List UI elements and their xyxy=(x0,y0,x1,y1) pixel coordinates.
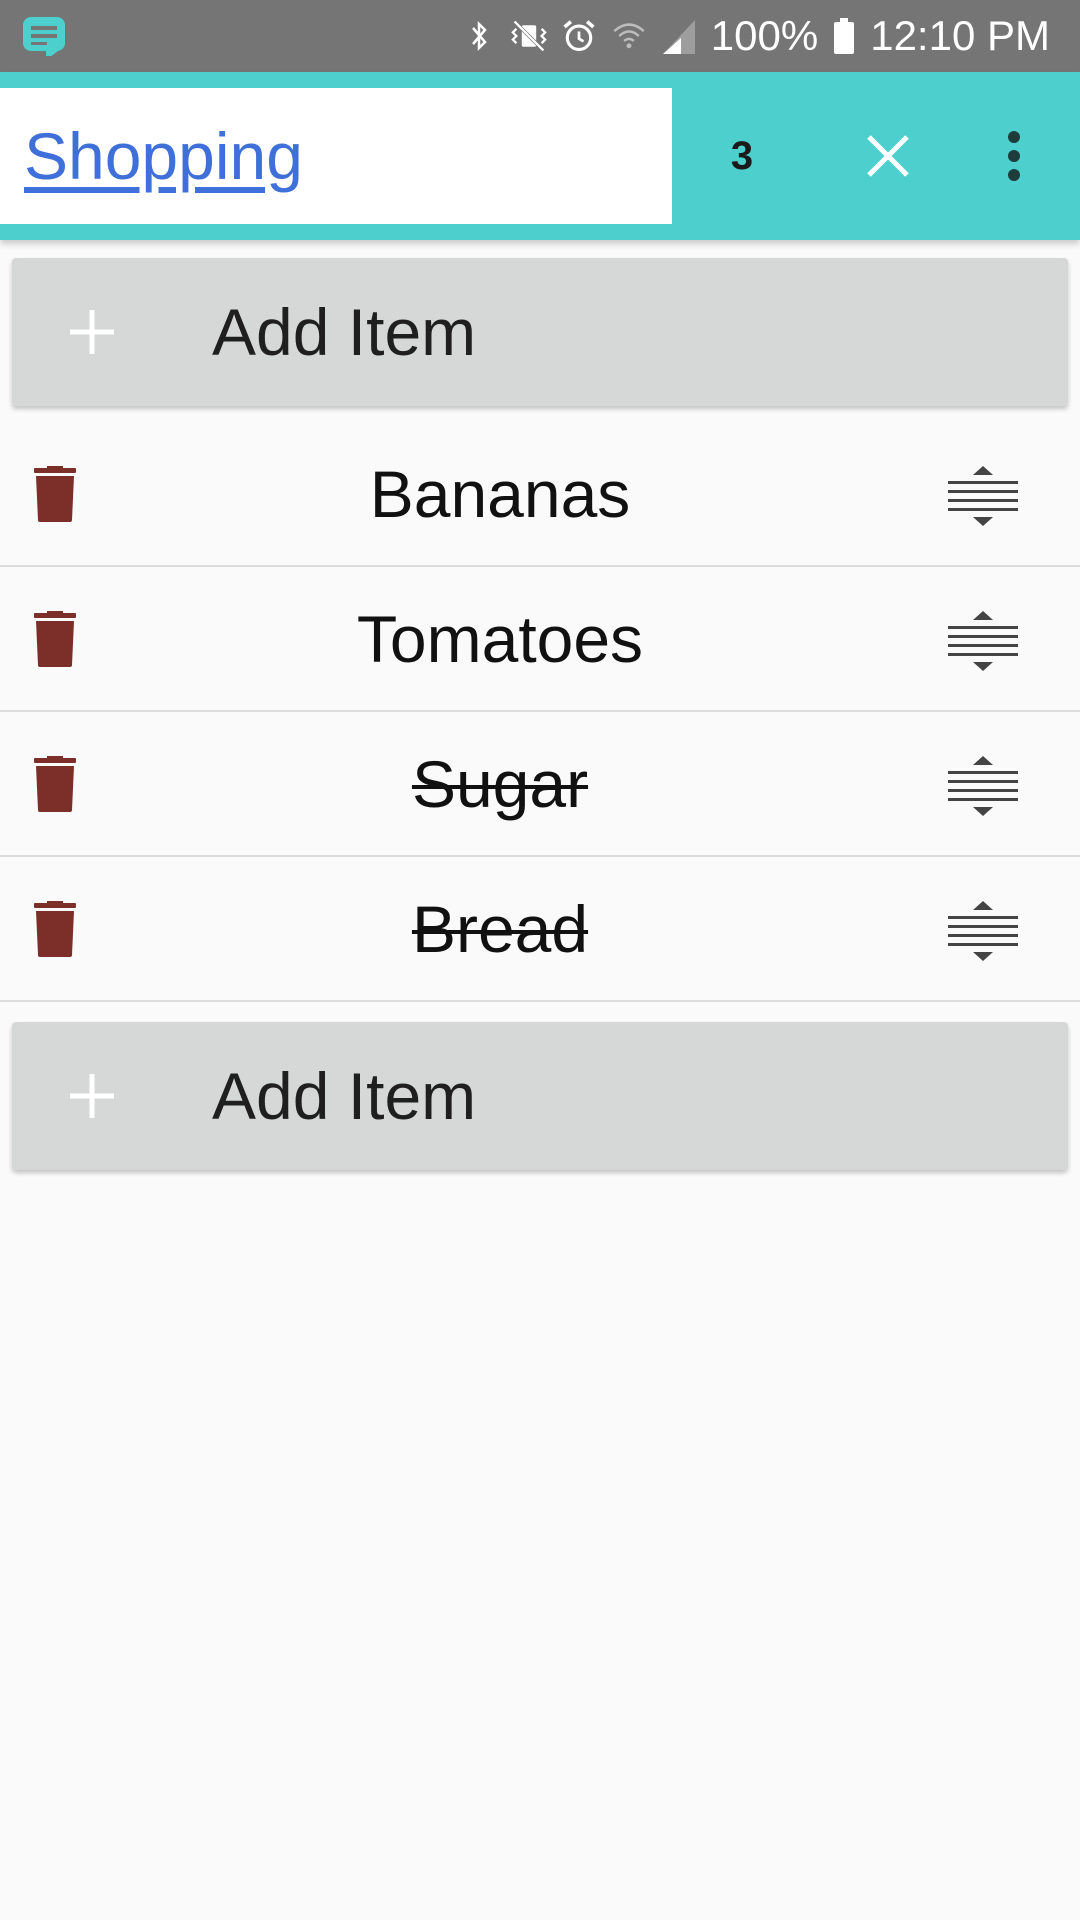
list-item[interactable]: Tomatoes xyxy=(0,567,1080,712)
battery-icon xyxy=(834,18,855,54)
more-options-button[interactable] xyxy=(974,116,1054,196)
trash-icon[interactable] xyxy=(30,466,80,522)
more-vert-icon xyxy=(1008,131,1020,181)
plus-icon xyxy=(70,1074,114,1118)
close-button[interactable] xyxy=(848,116,928,196)
add-item-button-top[interactable]: Add Item xyxy=(12,258,1068,406)
list-item[interactable]: Bread xyxy=(0,857,1080,1002)
bluetooth-icon xyxy=(471,20,487,52)
close-icon xyxy=(867,135,909,177)
item-name-checked[interactable]: Bread xyxy=(140,857,860,1002)
add-item-label: Add Item xyxy=(212,295,477,369)
reorder-handle-icon[interactable] xyxy=(946,756,1020,816)
item-name[interactable]: Bananas xyxy=(140,422,860,567)
wifi-icon xyxy=(613,23,645,49)
plus-icon xyxy=(70,310,114,354)
trash-icon[interactable] xyxy=(30,756,80,812)
item-count-badge: 3 xyxy=(730,134,754,178)
battery-percentage: 100% xyxy=(710,12,819,59)
item-name[interactable]: Tomatoes xyxy=(140,567,860,712)
reorder-handle-icon[interactable] xyxy=(946,901,1020,961)
item-name-checked[interactable]: Sugar xyxy=(140,712,860,857)
item-list: Bananas Tomatoes Sugar Bread xyxy=(0,422,1080,1002)
reorder-handle-icon[interactable] xyxy=(946,611,1020,671)
list-title-input[interactable] xyxy=(0,88,672,224)
add-item-label: Add Item xyxy=(212,1059,477,1133)
status-bar: 100% 12:10 PM xyxy=(0,0,1080,72)
reorder-handle-icon[interactable] xyxy=(946,466,1020,526)
notes-app-icon xyxy=(23,17,65,56)
alarm-icon xyxy=(563,20,595,52)
vibrate-icon xyxy=(511,20,547,52)
list-item[interactable]: Sugar xyxy=(0,712,1080,857)
signal-icon xyxy=(662,20,695,54)
app-toolbar: 3 xyxy=(0,72,1080,240)
list-item[interactable]: Bananas xyxy=(0,422,1080,567)
trash-icon[interactable] xyxy=(30,901,80,957)
add-item-button-bottom[interactable]: Add Item xyxy=(12,1022,1068,1170)
trash-icon[interactable] xyxy=(30,611,80,667)
clock: 12:10 PM xyxy=(870,12,1050,59)
